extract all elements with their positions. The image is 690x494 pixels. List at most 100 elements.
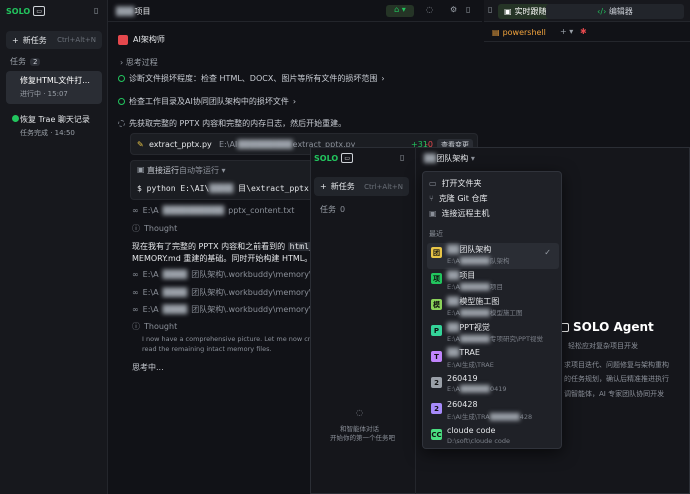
- project-path: E:\A: [447, 257, 460, 265]
- thinking-toggle[interactable]: › 思考过程: [120, 57, 158, 68]
- chat-icon[interactable]: ◌: [426, 5, 433, 14]
- add-terminal-icon[interactable]: + ▾: [560, 27, 573, 36]
- thinking-status: 思考中...: [132, 363, 164, 372]
- project-avatar: 2: [431, 377, 442, 388]
- project-dropdown-menu: ▭ 打开文件夹 ⑂ 克隆 Git 仓库 ▣ 连接远程主机 最近 团 ██团队架构 E:\A…: [422, 171, 562, 449]
- glasses-icon: ∞: [132, 206, 139, 215]
- agent-desc: 求项目迭代、问题修复与架构重构: [564, 361, 669, 369]
- terminal-icon: ▣: [137, 165, 145, 174]
- panel-toggle-icon[interactable]: ▯: [466, 5, 470, 14]
- project-title[interactable]: ███项目: [116, 6, 150, 17]
- task-item-active[interactable]: 修复HTML文件打... 进行中 · 15:07: [6, 71, 102, 104]
- recent-project-item[interactable]: CC cloude code D:\soft\cloude code: [427, 425, 559, 451]
- app-logo: SOLO ▭: [6, 6, 46, 16]
- recent-project-item[interactable]: 模 ██模型施工图 E:\A██████模型施工图: [427, 295, 559, 321]
- auto-run-dropdown[interactable]: 自动等运行 ▾: [179, 165, 226, 176]
- thought-toggle[interactable]: ⓘ Thought: [132, 321, 177, 332]
- logo-box-icon: ▭: [33, 6, 46, 16]
- body-text: MEMORY.md 重建的基础。同时开始构建 HTML。: [132, 254, 313, 263]
- project-name: TRAE: [459, 348, 480, 357]
- project-path: E:\A: [447, 283, 460, 291]
- sidebar-toggle-icon[interactable]: ▯: [400, 153, 404, 162]
- new-task-button[interactable]: + 新任务 Ctrl+Alt+N: [6, 31, 102, 49]
- bug-icon[interactable]: ✱: [580, 27, 587, 36]
- recent-project-item[interactable]: 项 ██项目 E:\A██████项目: [427, 269, 559, 295]
- new-task-button[interactable]: + 新任务 Ctrl+Alt+N: [314, 177, 409, 196]
- tasks-header: 任务 0: [320, 205, 346, 214]
- project-avatar: P: [431, 325, 442, 336]
- connect-remote-item[interactable]: ▣ 连接远程主机: [429, 207, 490, 219]
- project-path: E:\AI生成\TRA: [447, 413, 490, 421]
- overlay-project-title[interactable]: ██团队架构 ▾: [424, 153, 475, 164]
- project-avatar: 模: [431, 299, 442, 310]
- tab-editor[interactable]: ‹/› 编辑器: [546, 4, 684, 19]
- recent-project-item[interactable]: 团 ██团队架构 E:\A██████队架构 ✓: [427, 243, 559, 269]
- check-icon: ✓: [544, 248, 551, 257]
- sidebar-toggle-icon[interactable]: ▯: [94, 6, 98, 15]
- project-avatar: 团: [431, 247, 442, 258]
- left-sidebar: SOLO ▭ ▯ + 新任务 Ctrl+Alt+N 任务 2 修复HTML文件打…: [0, 0, 108, 494]
- recent-project-item[interactable]: 2 260419 E:\A██████0419: [427, 373, 559, 399]
- check-circle-icon: [12, 115, 19, 122]
- project-avatar: CC: [431, 429, 442, 440]
- project-name: 260419: [447, 374, 478, 383]
- agent-avatar: [118, 34, 128, 45]
- logo-box-icon: ▭: [341, 153, 354, 163]
- folder-icon: ▭: [429, 178, 437, 188]
- terminal-tabbar: ▤ powershell + ▾ ✱: [484, 22, 690, 42]
- solo-agent-title: SOLO Agent: [560, 320, 654, 334]
- chevron-right-icon: ›: [120, 58, 124, 67]
- glasses-icon: ∞: [132, 305, 139, 314]
- git-icon: ⑂: [429, 193, 434, 203]
- plus-icon: +: [12, 35, 19, 45]
- info-icon: ⓘ: [132, 322, 140, 331]
- project-name: 项目: [459, 271, 476, 280]
- chevron-right-icon: ›: [381, 74, 385, 83]
- chevron-right-icon: ›: [292, 97, 297, 106]
- panel-toggle-icon[interactable]: ▯: [488, 5, 492, 14]
- file-read-item[interactable]: ∞ E:\A ██████████ pptx_content.txt: [132, 206, 294, 215]
- remote-icon: ▣: [429, 208, 437, 218]
- settings-icon[interactable]: ⚙: [450, 5, 457, 14]
- step-item[interactable]: 诊断文件损坏程度：检查 HTML、DOCX、图片等所有文件的损坏范围 ›: [118, 73, 385, 84]
- project-path: E:\A: [447, 335, 460, 343]
- chevron-down-icon: ▾: [470, 154, 475, 163]
- tab-live-follow[interactable]: ▣ 实时跟随: [498, 4, 553, 19]
- glasses-icon: ∞: [132, 288, 139, 297]
- project-avatar: 2: [431, 403, 442, 414]
- clone-git-item[interactable]: ⑂ 克隆 Git 仓库: [429, 192, 487, 204]
- info-icon: ⓘ: [132, 224, 140, 233]
- loading-icon: [118, 120, 125, 127]
- recent-project-item[interactable]: T ██TRAE E:\AI生成\TRAE: [427, 347, 559, 373]
- step-item: 先获取完整的 PPTX 内容和完整的内存日志，然后开始重建。: [118, 118, 346, 129]
- open-folder-item[interactable]: ▭ 打开文件夹: [429, 177, 482, 189]
- chat-icon: ◌: [356, 408, 363, 417]
- thought-toggle[interactable]: ⓘ Thought: [132, 223, 177, 234]
- terminal-icon: ▤: [492, 28, 500, 37]
- plus-icon: +: [320, 182, 327, 191]
- project-avatar: 项: [431, 273, 442, 284]
- project-path: E:\A: [447, 309, 460, 317]
- recent-project-item[interactable]: 2 260428 E:\AI生成\TRA██████428: [427, 399, 559, 425]
- project-name: 团队架构: [459, 245, 492, 254]
- project-name: cloude code: [447, 426, 496, 435]
- agent-header: AI架构师: [118, 34, 165, 45]
- task-item[interactable]: 恢复 Trae 聊天记录 任务完成 · 14:50: [6, 112, 102, 142]
- live-icon: ▣: [504, 7, 512, 16]
- main-topbar: ███项目 ⌂ ▾ ◌ ⚙ ▯: [108, 0, 482, 22]
- glasses-icon: ∞: [132, 270, 139, 279]
- empty-state-text: 开始你的第一个任务吧: [330, 434, 395, 442]
- tab-powershell[interactable]: ▤ powershell: [492, 28, 546, 37]
- project-name: 260428: [447, 400, 478, 409]
- project-path: D:\soft\cloude code: [447, 437, 511, 445]
- recent-project-item[interactable]: P ██PPT视觉 E:\A██████专项研究\PPT视觉: [427, 321, 559, 347]
- step-item[interactable]: 检查工作目录及AI协同团队架构中的损坏文件 ›: [118, 96, 296, 107]
- check-circle-icon: [118, 75, 125, 82]
- agent-desc: 调智能体，AI 专家团队协同开发: [564, 390, 665, 398]
- body-text: 现在我有了完整的 PPTX 内容和之前看到的 html_to_: [132, 242, 331, 251]
- project-path: E:\A: [447, 385, 460, 393]
- check-circle-icon: [118, 98, 125, 105]
- gift-icon[interactable]: ⌂ ▾: [386, 5, 414, 17]
- project-path: E:\AI生成\TRAE: [447, 361, 494, 369]
- project-name: 模型施工图: [459, 297, 500, 306]
